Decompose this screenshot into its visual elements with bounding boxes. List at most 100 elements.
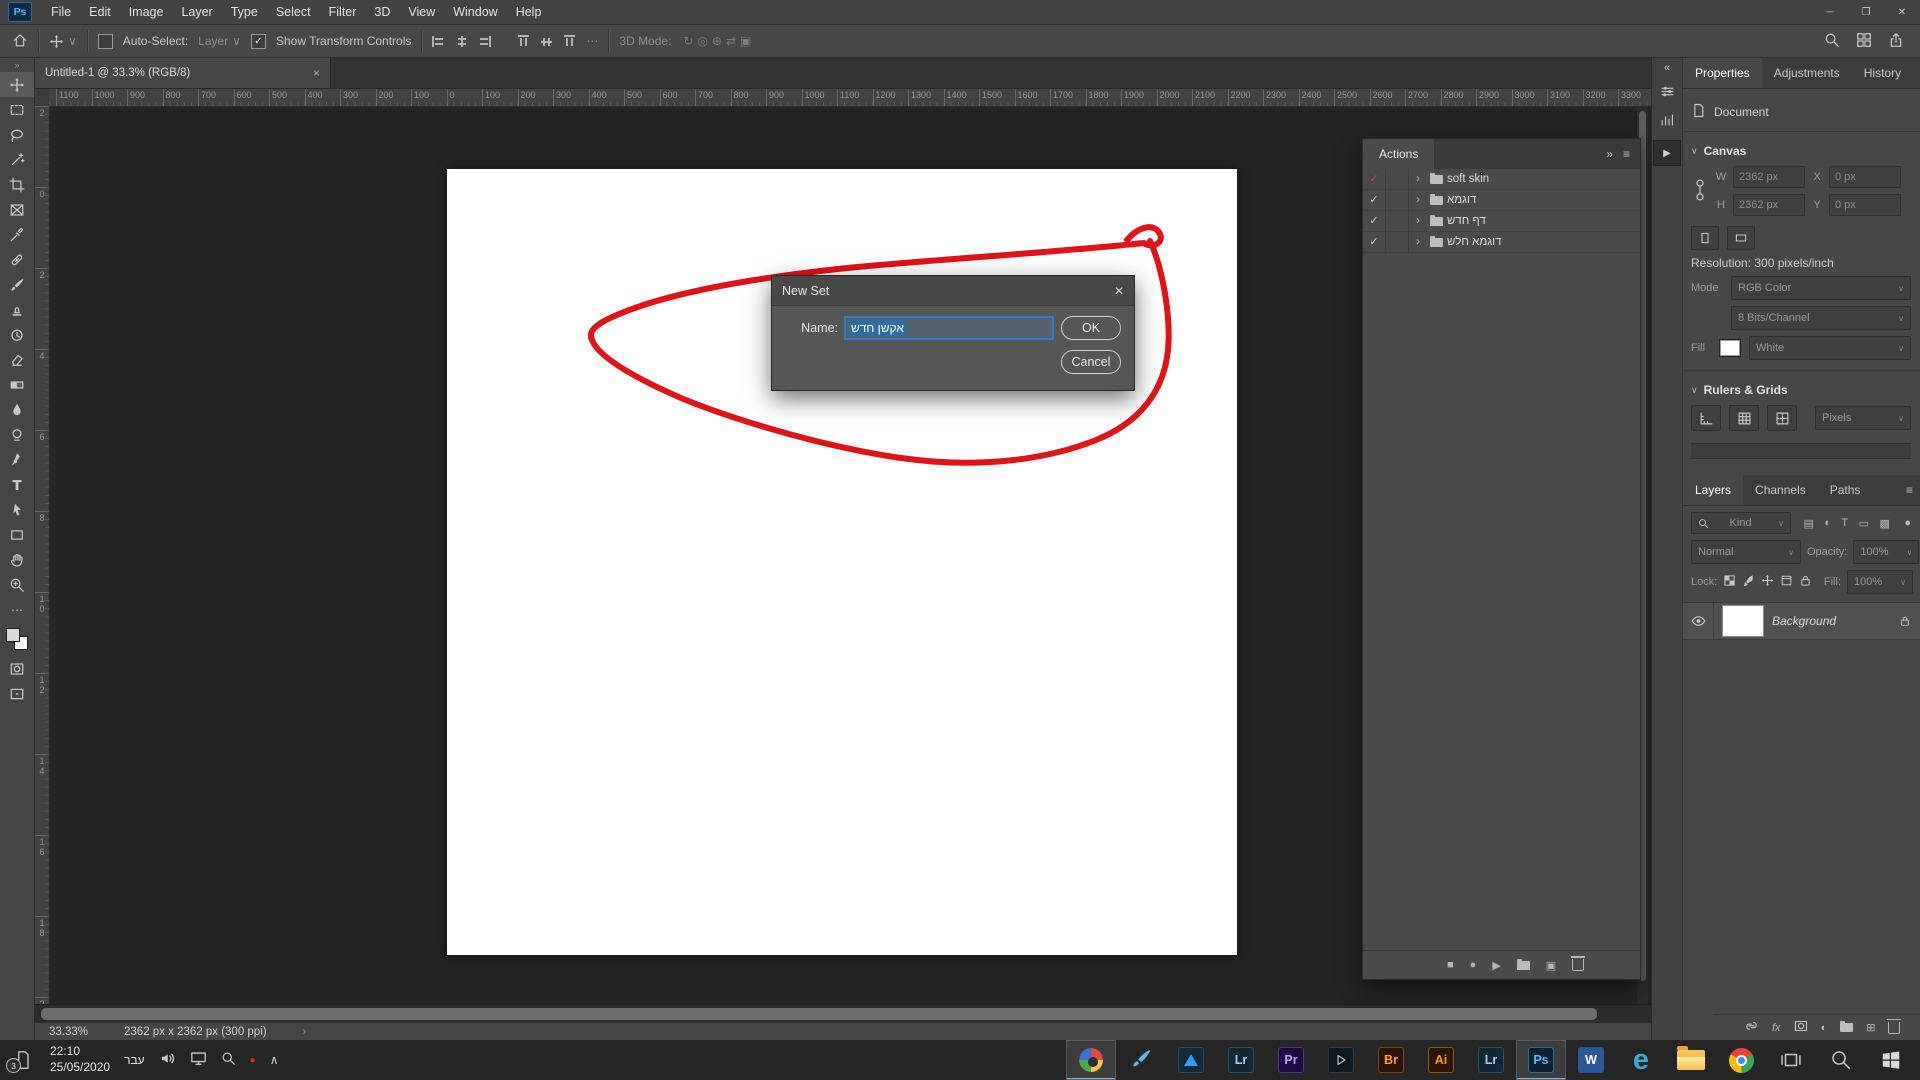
- align-more-icon[interactable]: ⋯: [586, 34, 598, 48]
- include-check-icon[interactable]: ✓: [1363, 232, 1386, 252]
- actions-panel-tab[interactable]: Actions: [1363, 139, 1434, 169]
- foreground-background-colors[interactable]: [6, 628, 28, 650]
- layer-filter-kind-select[interactable]: Kind∨: [1691, 512, 1791, 534]
- edit-toolbar-icon[interactable]: ⋯: [0, 597, 34, 622]
- dialog-close-icon[interactable]: ✕: [1102, 284, 1124, 298]
- layer-effects-icon[interactable]: fx: [1772, 1022, 1781, 1034]
- taskbar-edge-app[interactable]: e: [1616, 1040, 1666, 1080]
- rulers-grids-section-header[interactable]: ∨ Rulers & Grids: [1691, 383, 1911, 397]
- expand-chevron-icon[interactable]: ›: [1409, 194, 1427, 206]
- horizontal-scrollbar-thumb[interactable]: [41, 1008, 1597, 1020]
- spot-healing-tool[interactable]: [0, 247, 34, 272]
- filter-toggle-icon[interactable]: ●: [1902, 517, 1913, 529]
- tab-properties[interactable]: Properties: [1683, 58, 1762, 88]
- dialog-toggle-icon[interactable]: [1386, 190, 1409, 210]
- menu-item[interactable]: Select: [267, 1, 320, 24]
- horizontal-scrollbar[interactable]: [35, 1004, 1651, 1023]
- menu-item[interactable]: Help: [507, 1, 551, 24]
- tool-preset-move[interactable]: ∨: [49, 34, 77, 49]
- quick-selection-tool[interactable]: [0, 147, 34, 172]
- align-middle-icon[interactable]: [541, 35, 552, 48]
- layer-filter-icon[interactable]: ◐: [1822, 517, 1833, 530]
- home-icon[interactable]: [12, 32, 28, 51]
- hand-tool[interactable]: [0, 547, 34, 572]
- rectangle-tool[interactable]: [0, 522, 34, 547]
- close-button[interactable]: ✕: [1884, 1, 1920, 24]
- align-center-icon[interactable]: [455, 36, 468, 47]
- 3d-mode-icon[interactable]: ◎: [695, 34, 709, 48]
- menu-item[interactable]: Layer: [172, 1, 221, 24]
- network-icon[interactable]: [190, 1051, 207, 1069]
- history-brush-tool[interactable]: [0, 322, 34, 347]
- workspace-switcher-icon[interactable]: [1856, 32, 1872, 51]
- taskbar-start-button[interactable]: [1866, 1040, 1916, 1080]
- taskbar-file-explorer-app[interactable]: [1666, 1040, 1716, 1080]
- layer-name[interactable]: Background: [1772, 614, 1899, 628]
- path-selection-tool[interactable]: [0, 497, 34, 522]
- fill-color-swatch[interactable]: [1719, 339, 1741, 357]
- crop-tool[interactable]: [0, 172, 34, 197]
- include-check-icon[interactable]: ✓: [1363, 211, 1386, 231]
- menu-item[interactable]: File: [42, 1, 80, 24]
- tab-history[interactable]: History: [1852, 58, 1913, 88]
- menu-item[interactable]: Window: [444, 1, 506, 24]
- tab-channels[interactable]: Channels: [1743, 475, 1818, 505]
- menu-item[interactable]: Type: [222, 1, 267, 24]
- lock-artboard-icon[interactable]: [1780, 574, 1793, 590]
- close-tab-icon[interactable]: ×: [313, 66, 320, 80]
- lock-position-icon[interactable]: [1761, 574, 1774, 590]
- menu-item[interactable]: 3D: [365, 1, 399, 24]
- layer-filter-icon[interactable]: ▩: [1877, 517, 1891, 530]
- taskbar-photoshop-app[interactable]: Ps: [1516, 1040, 1566, 1080]
- horizontal-ruler[interactable]: 1100100090080070060050040030020010001002…: [49, 89, 1658, 107]
- landscape-orientation-button[interactable]: [1727, 226, 1755, 250]
- move-tool[interactable]: [0, 72, 34, 97]
- document-tab[interactable]: Untitled-1 @ 33.3% (RGB/8) ×: [35, 58, 331, 88]
- sliders-panel-icon[interactable]: [1660, 84, 1675, 102]
- collapse-tools-icon[interactable]: »: [14, 58, 19, 72]
- dodge-tool[interactable]: [0, 422, 34, 447]
- action-set-row[interactable]: ✓ › דף חדש: [1363, 211, 1640, 232]
- expand-chevron-icon[interactable]: ›: [1409, 173, 1427, 185]
- tab-layers[interactable]: Layers: [1683, 475, 1743, 505]
- canvas-section-header[interactable]: ∨ Canvas: [1691, 144, 1911, 158]
- menu-item[interactable]: Image: [120, 1, 173, 24]
- new-set-icon[interactable]: [1517, 961, 1530, 970]
- marquee-tool[interactable]: [0, 97, 34, 122]
- align-bottom-icon[interactable]: [564, 35, 575, 48]
- align-left-icon[interactable]: [432, 36, 445, 47]
- action-set-row[interactable]: ✓ › soft skin: [1363, 169, 1640, 190]
- tab-paths[interactable]: Paths: [1818, 475, 1873, 505]
- search-icon[interactable]: [1824, 32, 1840, 51]
- expand-chevron-icon[interactable]: ›: [1409, 236, 1427, 248]
- background-layer-row[interactable]: Background: [1683, 602, 1920, 640]
- ruler-origin-box[interactable]: [35, 89, 49, 107]
- toggle-rulers-button[interactable]: [1691, 405, 1721, 431]
- taskbar-word-app[interactable]: W: [1566, 1040, 1616, 1080]
- blur-tool[interactable]: [0, 397, 34, 422]
- ok-button[interactable]: OK: [1061, 316, 1121, 340]
- taskbar-premiere-pro-app[interactable]: Pr: [1266, 1040, 1316, 1080]
- taskbar-paint-app[interactable]: [1116, 1040, 1166, 1080]
- maximize-button[interactable]: ❐: [1848, 1, 1884, 24]
- taskbar-color-palette-app[interactable]: [1066, 1040, 1116, 1080]
- canvas-height-field[interactable]: 2362 px: [1733, 194, 1805, 216]
- 3d-mode-icon[interactable]: ⊕: [710, 34, 724, 48]
- 3d-mode-icon[interactable]: ↻: [681, 34, 695, 48]
- taskbar-lightroom-app[interactable]: Lr: [1466, 1040, 1516, 1080]
- dialog-toggle-icon[interactable]: [1386, 169, 1409, 189]
- set-name-input[interactable]: אקשן חדש: [844, 316, 1054, 340]
- new-group-icon[interactable]: [1840, 1023, 1853, 1032]
- delete-action-icon[interactable]: [1572, 959, 1584, 971]
- taskbar-search-button[interactable]: [1816, 1040, 1866, 1080]
- fill-select[interactable]: White∨: [1749, 336, 1911, 360]
- quick-mask-icon[interactable]: [0, 656, 34, 681]
- panel-menu-icon[interactable]: ≡: [1623, 147, 1630, 161]
- cancel-button[interactable]: Cancel: [1061, 350, 1121, 374]
- include-check-icon[interactable]: ✓: [1363, 190, 1386, 210]
- 3d-mode-icon[interactable]: ⇄: [724, 34, 738, 48]
- stop-icon[interactable]: ■: [1447, 959, 1454, 971]
- align-right-icon[interactable]: [478, 36, 491, 47]
- menu-item[interactable]: Edit: [80, 1, 120, 24]
- vertical-ruler[interactable]: 202468101214161820: [35, 106, 50, 1004]
